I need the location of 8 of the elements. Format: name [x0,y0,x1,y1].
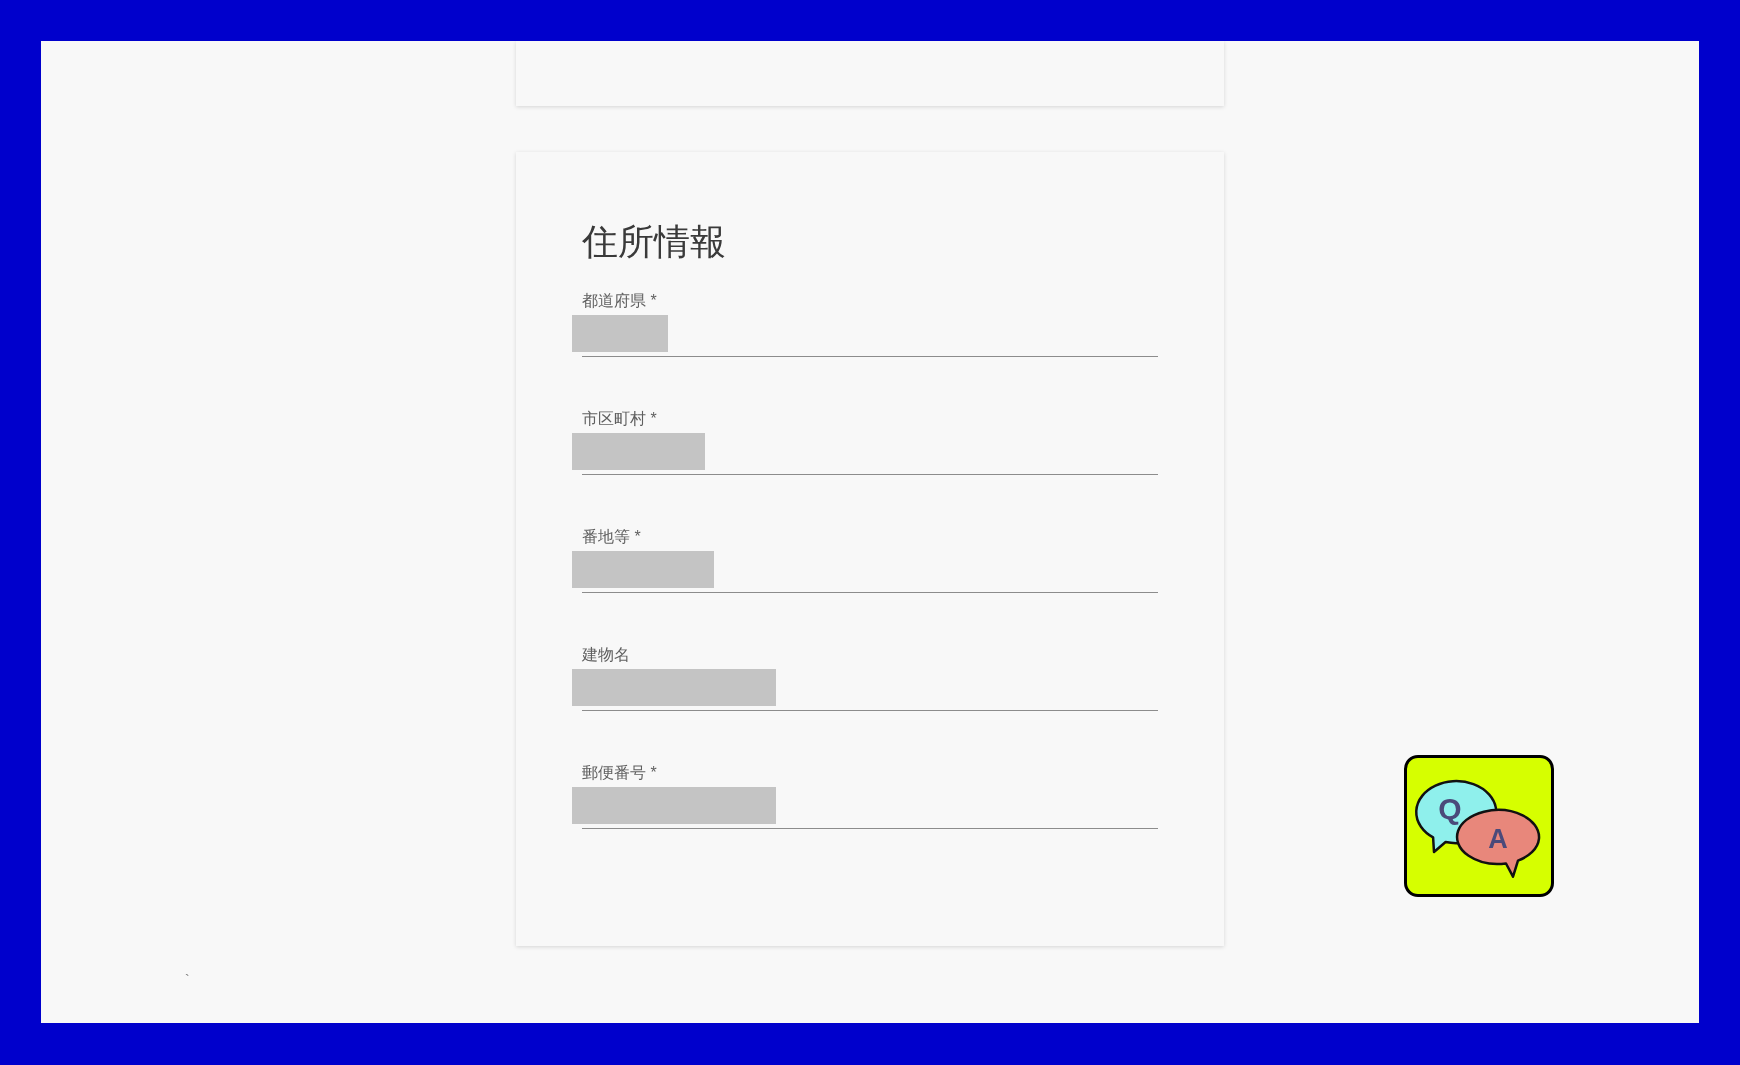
field-label: 建物名 [582,645,630,665]
field-label: 番地等 * [582,527,641,547]
stray-mark: ` [185,971,190,990]
field-label: 都道府県 * [582,291,657,311]
field-label: 郵便番号 * [582,763,657,783]
qa-chat-button[interactable]: Q A [1404,755,1554,897]
field-label: 市区町村 * [582,409,657,429]
section-title: 住所情報 [582,221,726,263]
